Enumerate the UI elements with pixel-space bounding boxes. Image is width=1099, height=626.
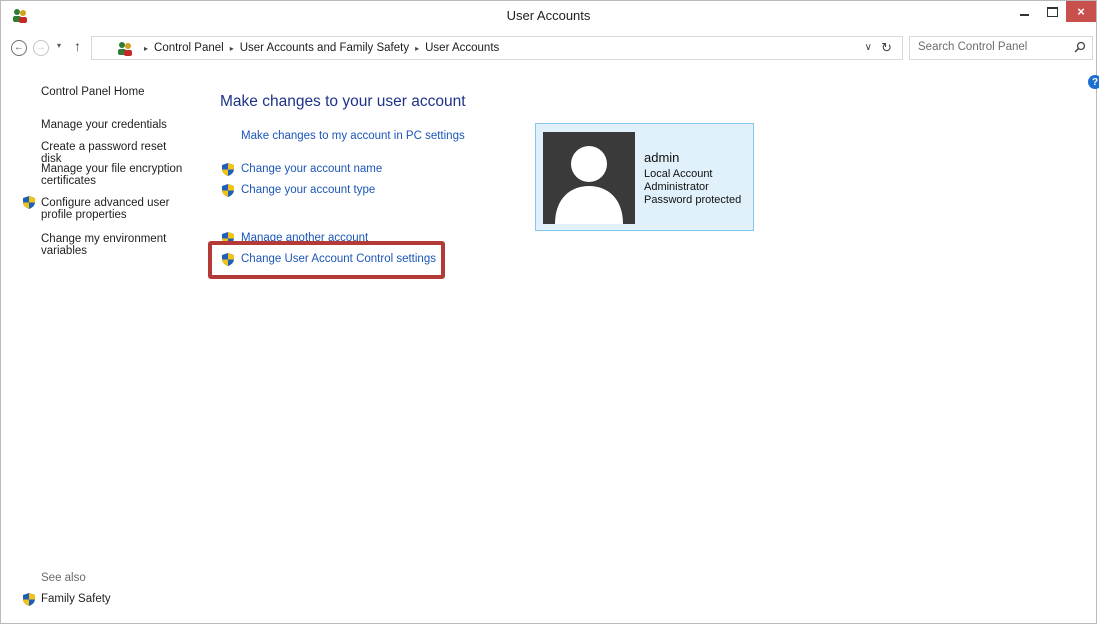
breadcrumb-separator-icon[interactable]: ▸ [144,44,148,53]
control-panel-users-icon [118,42,132,56]
minimize-button[interactable] [1011,1,1038,22]
change-account-name-link[interactable]: Change your account name [241,163,382,175]
back-arrow-icon: ← [14,42,24,53]
account-tile: admin Local Account Administrator Passwo… [535,123,754,231]
user-accounts-window: User Accounts × ← → ▾ ↑ ▸ Control Panel … [0,0,1099,624]
pc-settings-link[interactable]: Make changes to my account in PC setting… [241,130,465,142]
close-icon: × [1077,4,1085,19]
breadcrumb-control-panel[interactable]: Control Panel [154,42,224,54]
uac-shield-icon [23,196,35,209]
password-reset-disk-link[interactable]: Create a password reset disk [41,141,186,165]
navigation-bar: ← → ▾ ↑ ▸ Control Panel ▸ User Accounts … [1,31,1096,65]
close-button[interactable]: × [1066,1,1096,22]
advanced-user-profile-link[interactable]: Configure advanced user profile properti… [41,197,186,221]
back-button[interactable]: ← [11,40,27,56]
manage-credentials-link[interactable]: Manage your credentials [41,119,186,131]
maximize-button[interactable] [1039,1,1066,22]
search-input[interactable] [916,40,1070,54]
minimize-icon [1020,13,1029,16]
user-silhouette-icon [543,132,635,224]
see-also-label: See also [41,572,86,584]
title-bar[interactable]: User Accounts × [1,1,1096,32]
avatar [543,132,635,224]
uac-shield-icon [222,184,234,197]
account-name: admin [644,150,680,165]
account-role: Administrator [644,181,709,193]
breadcrumb-separator-icon[interactable]: ▸ [230,44,234,53]
help-icon[interactable]: ? [1088,75,1099,89]
breadcrumb: ▸ Control Panel ▸ User Accounts and Fami… [138,42,499,54]
chevron-down-icon: ▾ [57,41,62,50]
account-type: Local Account [644,168,713,180]
refresh-icon[interactable]: ↻ [881,40,892,56]
forward-button[interactable]: → [33,40,49,56]
address-dropdown-icon[interactable]: ∨ [865,42,872,53]
search-box[interactable] [909,36,1093,60]
search-icon[interactable] [1074,41,1086,53]
uac-shield-icon [23,593,35,606]
breadcrumb-separator-icon[interactable]: ▸ [415,44,419,53]
breadcrumb-user-accounts-family-safety[interactable]: User Accounts and Family Safety [240,42,409,54]
forward-arrow-icon: → [36,42,46,53]
uac-settings-highlight [208,241,445,279]
page-title: Make changes to your user account [220,93,466,110]
file-encryption-certificates-link[interactable]: Manage your file encryption certificates [41,163,186,187]
up-arrow-icon: ↑ [74,38,81,54]
up-button[interactable]: ↑ [74,38,81,54]
environment-variables-link[interactable]: Change my environment variables [41,233,186,257]
window-title: User Accounts [506,8,591,23]
uac-shield-icon [222,163,234,176]
breadcrumb-user-accounts[interactable]: User Accounts [425,42,499,54]
control-panel-home-link[interactable]: Control Panel Home [41,86,186,98]
change-account-type-link[interactable]: Change your account type [241,184,375,196]
recent-locations-button[interactable]: ▾ [57,41,61,50]
maximize-icon [1047,6,1058,17]
account-password-status: Password protected [644,194,742,206]
family-safety-link[interactable]: Family Safety [41,593,111,605]
address-bar[interactable]: ▸ Control Panel ▸ User Accounts and Fami… [91,36,903,60]
